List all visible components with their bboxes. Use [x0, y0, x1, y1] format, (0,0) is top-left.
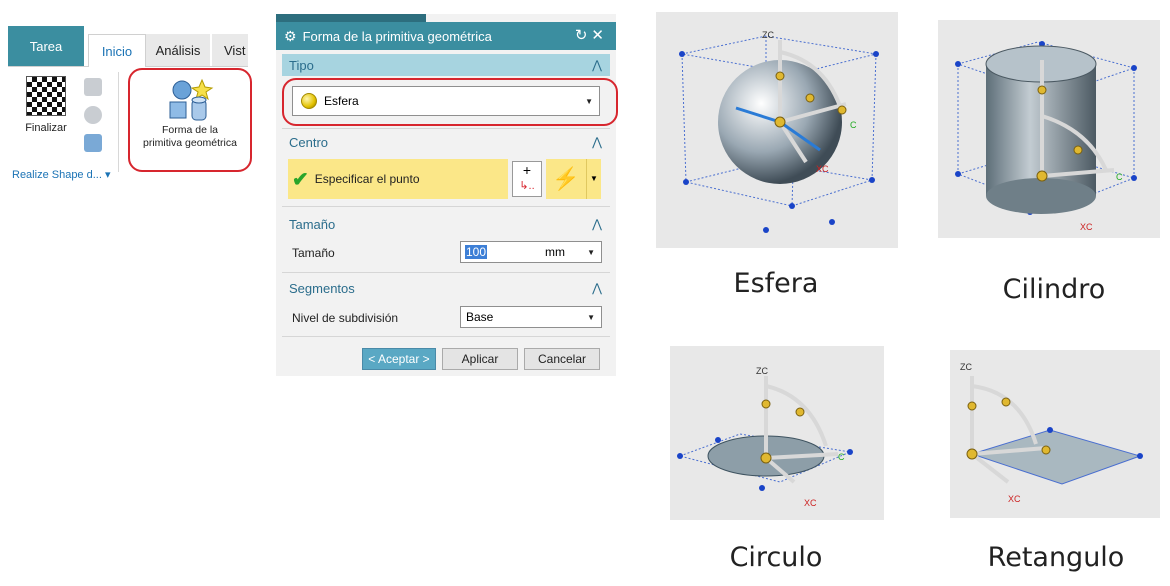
tab-inicio[interactable]: Inicio: [88, 34, 146, 67]
chevron-up-icon[interactable]: ⋀: [592, 135, 602, 149]
block-tool-icon[interactable]: [84, 78, 102, 96]
tab-analisis[interactable]: Análisis: [146, 34, 210, 66]
size-label: Tamaño: [292, 246, 335, 260]
finalizar-button[interactable]: Finalizar: [16, 76, 76, 146]
section-centro[interactable]: Centro ⋀: [282, 131, 610, 153]
caption-retangulo: Retangulo: [987, 542, 1125, 573]
forma-label-line1: Forma de la: [161, 124, 219, 136]
divider: [282, 128, 610, 129]
finalizar-label: Finalizar: [25, 122, 67, 134]
checkmark-icon: ✔: [292, 168, 309, 191]
axis-yc-label: C: [838, 452, 845, 462]
section-tamano[interactable]: Tamaño ⋀: [282, 213, 610, 235]
divider: [282, 336, 610, 337]
axis-yc-label: C: [850, 120, 857, 130]
cylinder-preview-drawing: XC C: [955, 41, 1137, 232]
subdivision-value: Base: [466, 310, 494, 324]
axis-xc-label: XC: [816, 164, 829, 174]
highlight-outline: [282, 78, 618, 126]
section-centro-label: Centro: [289, 134, 329, 150]
axis-yc-label: C: [1116, 172, 1123, 182]
snap-dropdown-button[interactable]: ▼: [586, 159, 601, 199]
dropdown-arrow-icon: ▼: [587, 312, 595, 322]
tab-tarea[interactable]: Tarea: [8, 26, 84, 66]
specify-point-label: Especificar el punto: [314, 172, 420, 186]
ribbon-separator: [118, 72, 119, 172]
divider: [282, 206, 610, 207]
caption-cilindro: Cilindro: [1002, 274, 1106, 305]
plus-icon: +: [522, 162, 532, 178]
chevron-up-icon[interactable]: ⋀: [592, 58, 602, 72]
cancel-button[interactable]: Cancelar: [524, 348, 600, 370]
dialog-titlebar: ⚙ Forma de la primitiva geométrica ↻✕: [276, 22, 616, 50]
section-segmentos[interactable]: Segmentos ⋀: [282, 277, 610, 299]
dialog-title: Forma de la primitiva geométrica: [302, 28, 492, 44]
caption-circulo: Circulo: [729, 542, 823, 573]
forma-primitiva-button[interactable]: Forma de la primitiva geométrica: [128, 68, 252, 172]
size-value: 100: [465, 245, 488, 259]
size-unit: mm: [545, 245, 565, 259]
ok-button[interactable]: < Aceptar >: [362, 348, 436, 370]
axis-xc-label: XC: [1008, 494, 1021, 504]
divider: [282, 272, 610, 273]
primitive-shape-icon: [166, 78, 214, 122]
tab-vista[interactable]: Vist: [212, 34, 248, 66]
chevron-up-icon[interactable]: ⋀: [592, 217, 602, 231]
axis-xc-label: XC: [1080, 222, 1093, 232]
ribbon: Tarea Inicio Análisis Vist Finalizar For…: [8, 26, 252, 186]
preview-esfera: ZC XC C: [656, 12, 898, 248]
preview-cilindro: XC C: [938, 20, 1160, 238]
point-dialog-button[interactable]: + ↳..: [512, 161, 542, 197]
dropdown-arrow-icon: ▼: [587, 247, 595, 257]
primitive-shape-dialog: ⚙ Forma de la primitiva geométrica ↻✕ Ti…: [276, 14, 618, 376]
axis-xc-label: XC: [804, 498, 817, 508]
axis-zc-label: ZC: [960, 362, 972, 372]
dialog-top-strip: [276, 14, 426, 22]
apply-button[interactable]: Aplicar: [442, 348, 518, 370]
section-tipo-label: Tipo: [289, 57, 314, 73]
size-input[interactable]: 100 mm ▼: [460, 241, 602, 263]
snap-point-button[interactable]: ⚡: [546, 159, 586, 199]
lightning-icon: ⚡: [552, 166, 580, 191]
group-label-realize-shape[interactable]: Realize Shape d... ▾: [12, 168, 110, 181]
section-segmentos-label: Segmentos: [289, 280, 355, 296]
axis-zc-label: ZC: [762, 30, 774, 40]
gear-icon: ⚙: [284, 27, 297, 44]
checkered-flag-icon: [26, 76, 66, 116]
specify-point-row[interactable]: ✔ Especificar el punto: [288, 159, 508, 199]
section-tamano-label: Tamaño: [289, 216, 336, 232]
reset-close-icons[interactable]: ↻✕: [575, 26, 608, 44]
arrow-dots-icon: ↳..: [519, 180, 535, 192]
small-tool-icons: [84, 74, 108, 162]
axis-zc-label: ZC: [756, 366, 768, 376]
sphere-preview-drawing: ZC XC C: [679, 30, 879, 233]
chevron-up-icon[interactable]: ⋀: [592, 281, 602, 295]
forma-label-line2: primitiva geométrica: [143, 137, 237, 149]
caption-esfera: Esfera: [733, 268, 819, 299]
rectangle-preview-drawing: ZC XC: [960, 362, 1143, 504]
stamp-tool-icon[interactable]: [84, 134, 102, 152]
subdivision-label: Nivel de subdivisión: [292, 311, 399, 325]
subdivision-select[interactable]: Base ▼: [460, 306, 602, 328]
section-tipo[interactable]: Tipo ⋀: [282, 54, 610, 76]
preview-circulo: ZC XC C: [670, 346, 884, 520]
preview-rectangulo: ZC XC: [950, 350, 1160, 518]
clock-tool-icon[interactable]: [84, 106, 102, 124]
circle-preview-drawing: ZC XC C: [677, 366, 853, 508]
